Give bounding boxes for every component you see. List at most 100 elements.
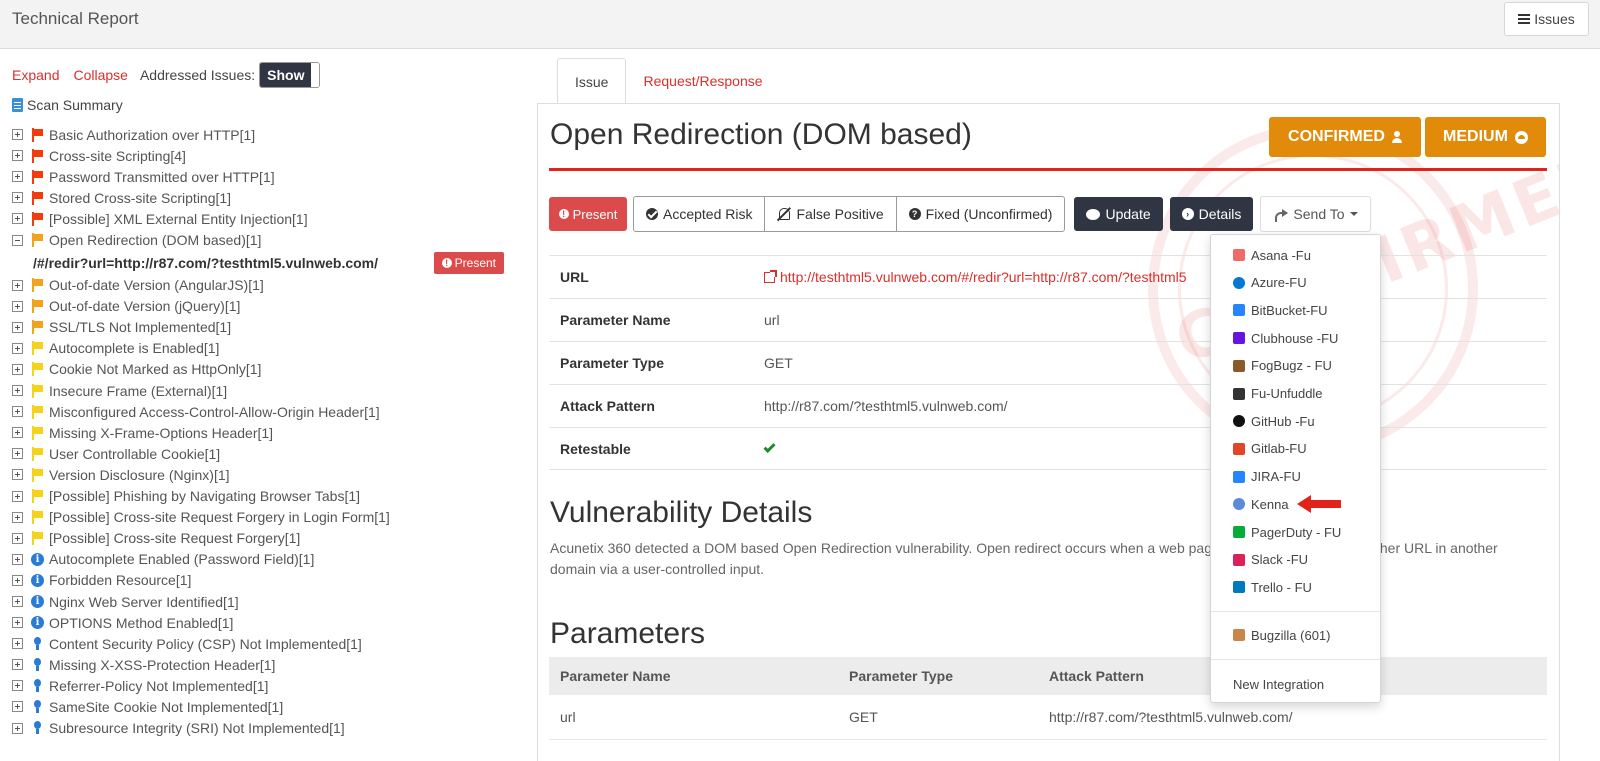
expand-icon[interactable] [12,192,23,204]
expand-icon[interactable] [12,406,23,418]
menu-item-kenna[interactable]: Kenna [1233,494,1289,514]
menu-item-fogbugz[interactable]: FogBugz - FU [1233,356,1332,376]
tree-item[interactable]: Missing X-XSS-Protection Header[1] [12,654,522,675]
fixed-unconfirmed-button[interactable]: ? Fixed (Unconfirmed) [897,197,1065,231]
menu-item-new-integration[interactable]: New Integration [1233,674,1324,694]
tree-item[interactable]: [Possible] Cross-site Request Forgery[1] [12,528,522,549]
severity-badge[interactable]: MEDIUM [1425,117,1546,157]
tree-item[interactable]: i Forbidden Resource[1] [12,570,522,591]
tree-item[interactable]: Content Security Policy (CSP) Not Implem… [12,633,522,654]
menu-item-gitlab[interactable]: Gitlab-FU [1233,439,1307,459]
menu-item-azure[interactable]: Azure-FU [1233,273,1307,293]
scan-summary-link[interactable]: Scan Summary [12,97,123,113]
tree-item[interactable]: Basic Authorization over HTTP[1] [12,124,522,145]
collapse-icon[interactable] [12,234,23,246]
expand-icon[interactable] [12,596,23,608]
check-icon [763,440,776,453]
expand-icon[interactable] [12,321,23,333]
expand-icon[interactable] [12,171,23,183]
tree-item[interactable]: Missing X-Frame-Options Header[1] [12,422,522,443]
tree-item[interactable]: Cookie Not Marked as HttpOnly[1] [12,359,522,380]
menu-item-slack[interactable]: Slack -FU [1233,550,1308,570]
expand-icon[interactable] [12,213,23,225]
expand-icon[interactable] [12,638,23,650]
accepted-risk-button[interactable]: Accepted Risk [634,197,766,231]
collapse-link[interactable]: Collapse [73,67,127,83]
menu-item-bitbucket[interactable]: BitBucket-FU [1233,300,1328,320]
tree-item-label: Subresource Integrity (SRI) Not Implemen… [49,720,345,737]
expand-icon[interactable] [12,490,23,502]
tab-request-response[interactable]: Request/Response [626,58,779,104]
issue-info-table: URL http://testhtml5.vulnweb.com/#/redir… [549,255,1547,470]
update-button[interactable]: Update [1074,197,1163,231]
present-button[interactable]: ! Present [549,197,627,231]
tree-item[interactable]: Open Redirection (DOM based)[1] [12,229,522,250]
menu-item-asana[interactable]: Asana -Fu [1233,245,1311,265]
expand-icon[interactable] [12,659,23,671]
expand-icon[interactable] [12,574,23,586]
expand-icon[interactable] [12,553,23,565]
flag-icon [31,404,44,419]
tab-issue[interactable]: Issue [557,58,627,104]
expand-icon[interactable] [12,363,23,375]
expand-icon[interactable] [12,342,23,354]
expand-icon[interactable] [12,129,23,141]
expand-icon[interactable] [12,469,23,481]
menu-item-label: JIRA-FU [1251,469,1301,485]
expand-icon[interactable] [12,680,23,692]
tree-item[interactable]: Referrer-Policy Not Implemented[1] [12,675,522,696]
expand-icon[interactable] [12,427,23,439]
tree-item[interactable]: Autocomplete is Enabled[1] [12,338,522,359]
tree-item[interactable]: [Possible] XML External Entity Injection… [12,208,522,229]
tree-item[interactable]: Cross-site Scripting[4] [12,145,522,166]
tree-item[interactable]: Version Disclosure (Nginx)[1] [12,464,522,485]
tree-item[interactable]: Password Transmitted over HTTP[1] [12,166,522,187]
tree-item[interactable]: Insecure Frame (External)[1] [12,380,522,401]
menu-item-label: Azure-FU [1251,275,1307,291]
confirmed-badge[interactable]: CONFIRMED [1269,117,1421,157]
expand-icon[interactable] [12,701,23,713]
expand-icon[interactable] [12,448,23,460]
tree-item[interactable]: i Autocomplete Enabled (Password Field)[1… [12,549,522,570]
expand-icon[interactable] [12,511,23,523]
menu-item-clubhouse[interactable]: Clubhouse -FU [1233,328,1338,348]
menu-item-bugzilla[interactable]: Bugzilla (601) [1233,625,1331,645]
expand-icon[interactable] [12,532,23,544]
tree-item-label: Open Redirection (DOM based)[1] [49,232,262,249]
expand-icon[interactable] [12,300,23,312]
expand-icon[interactable] [12,722,23,734]
column-header: Parameter Name [560,668,671,684]
addressed-issues-toggle[interactable]: Show [259,62,321,88]
present-status-badge[interactable]: ! Present [433,251,504,274]
url-link[interactable]: http://testhtml5.vulnweb.com/#/redir?url… [764,269,1187,285]
send-to-button[interactable]: Send To [1260,196,1371,232]
tree-item[interactable]: [Possible] Cross-site Request Forgery in… [12,507,522,528]
menu-item-pagerduty[interactable]: PagerDuty - FU [1233,522,1341,542]
expand-icon[interactable] [12,617,23,629]
menu-item-unfuddle[interactable]: Fu-Unfuddle [1233,384,1323,404]
tree-item[interactable]: User Controllable Cookie[1] [12,443,522,464]
tree-item[interactable]: Subresource Integrity (SRI) Not Implemen… [12,718,522,739]
menu-item-github[interactable]: GitHub -Fu [1233,411,1315,431]
send-to-dropdown: Bugzilla (601) New Integration Asana -Fu… [1210,234,1381,703]
expand-icon[interactable] [12,279,23,291]
tree-item[interactable]: SSL/TLS Not Implemented[1] [12,317,522,338]
expand-link[interactable]: Expand [12,67,59,83]
tree-item[interactable]: i OPTIONS Method Enabled[1] [12,612,522,633]
tree-item[interactable]: [Possible] Phishing by Navigating Browse… [12,486,522,507]
tree-item[interactable]: Out-of-date Version (jQuery)[1] [12,296,522,317]
issues-button[interactable]: Issues [1504,2,1589,36]
tree-item[interactable]: Stored Cross-site Scripting[1] [12,187,522,208]
details-button[interactable]: › Details [1169,197,1254,231]
tree-item[interactable]: Out-of-date Version (AngularJS)[1] [12,275,522,296]
false-positive-button[interactable]: False Positive [765,197,897,231]
menu-item-trello[interactable]: Trello - FU [1233,577,1312,597]
tree-item[interactable]: Misconfigured Access-Control-Allow-Origi… [12,401,522,422]
menu-item-label: FogBugz - FU [1251,358,1332,374]
tree-item[interactable]: i Nginx Web Server Identified[1] [12,591,522,612]
tree-item[interactable]: SameSite Cookie Not Implemented[1] [12,696,522,717]
menu-item-jira[interactable]: JIRA-FU [1233,467,1301,487]
expand-icon[interactable] [12,150,23,162]
tree-child-item[interactable]: /#/redir?url=http://r87.com/?testhtml5.v… [12,251,522,275]
expand-icon[interactable] [12,385,23,397]
